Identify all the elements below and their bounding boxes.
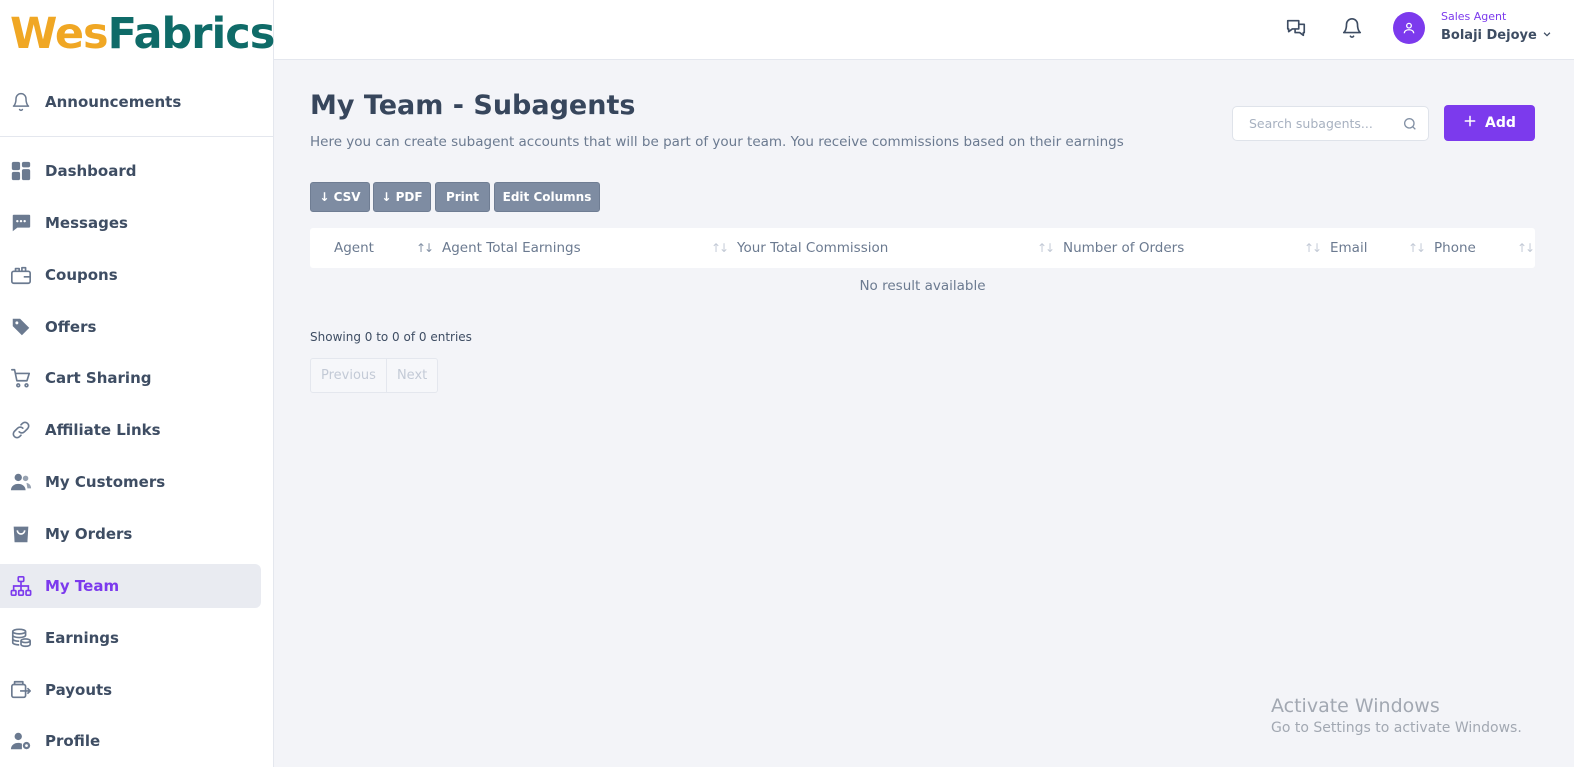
- edit-columns-button[interactable]: Edit Columns: [494, 182, 600, 212]
- payout-icon: [10, 679, 32, 701]
- add-button-label: Add: [1485, 115, 1516, 131]
- sidebar-item-cart-sharing[interactable]: Cart Sharing: [0, 356, 261, 400]
- users-icon: [10, 471, 32, 493]
- message-icon: [10, 212, 32, 234]
- export-csv-button[interactable]: ↓ CSV: [310, 182, 370, 212]
- sidebar-item-messages[interactable]: Messages: [0, 201, 261, 245]
- table-header: Agent ↑↓ Agent Total Earnings ↑↓ Your To…: [310, 228, 1535, 268]
- empty-table-message: No result available: [859, 278, 986, 294]
- sidebar-item-label: Messages: [45, 214, 128, 232]
- sidebar-item-my-team[interactable]: My Team: [0, 564, 261, 608]
- brand-logo[interactable]: WesFabrics: [10, 9, 276, 59]
- notification-bell-icon[interactable]: [1340, 16, 1364, 40]
- sidebar: WesFabrics Announcements Dashboard Messa…: [0, 0, 276, 767]
- user-name: Bolaji Dejoye: [1441, 28, 1537, 43]
- avatar[interactable]: [1393, 12, 1425, 44]
- sort-icon: ↑↓: [1304, 241, 1322, 255]
- windows-activation-subtitle: Go to Settings to activate Windows.: [1271, 720, 1522, 736]
- column-label: Number of Orders: [1063, 240, 1185, 256]
- user-role: Sales Agent: [1441, 10, 1507, 23]
- sidebar-item-label: My Team: [45, 577, 120, 595]
- sidebar-item-coupons[interactable]: Coupons: [0, 253, 261, 297]
- column-header-phone[interactable]: Phone: [1434, 228, 1476, 268]
- column-header-agent[interactable]: Agent: [334, 228, 374, 268]
- user-menu[interactable]: Bolaji Dejoye: [1441, 28, 1552, 43]
- page-title: My Team - Subagents: [310, 90, 636, 121]
- next-page-button[interactable]: Next: [385, 359, 437, 392]
- add-subagent-button[interactable]: Add: [1444, 105, 1535, 141]
- entries-info: Showing 0 to 0 of 0 entries: [310, 330, 472, 344]
- user-settings-icon: [10, 730, 32, 752]
- sidebar-item-payouts[interactable]: Payouts: [0, 668, 261, 712]
- sidebar-item-my-orders[interactable]: My Orders: [0, 512, 261, 556]
- shopping-bag-icon: [10, 523, 32, 545]
- sidebar-item-announcements[interactable]: Announcements: [0, 82, 261, 122]
- chat-icon[interactable]: [1284, 16, 1308, 40]
- sort-icon: ↑↓: [1408, 241, 1426, 255]
- column-label: Phone: [1434, 240, 1476, 256]
- announcements-section: Announcements: [0, 82, 273, 137]
- column-label: Email: [1330, 240, 1368, 256]
- column-header-email[interactable]: Email: [1330, 228, 1367, 268]
- sidebar-item-label: Offers: [45, 318, 97, 336]
- sidebar-item-label: Affiliate Links: [45, 421, 161, 439]
- cart-icon: [10, 367, 32, 389]
- bell-icon: [10, 91, 32, 113]
- previous-page-button[interactable]: Previous: [311, 359, 386, 392]
- sidebar-item-dashboard[interactable]: Dashboard: [0, 149, 261, 193]
- column-header-your-total-commission[interactable]: Your Total Commission: [737, 228, 888, 268]
- column-label: Your Total Commission: [737, 240, 889, 256]
- search-icon[interactable]: [1402, 116, 1418, 132]
- tag-icon: [10, 316, 32, 338]
- search-input[interactable]: [1233, 107, 1393, 140]
- plus-icon: [1463, 114, 1477, 132]
- column-label: Agent: [334, 240, 374, 256]
- sidebar-item-label: Earnings: [45, 629, 119, 647]
- sidebar-item-affiliate-links[interactable]: Affiliate Links: [0, 408, 261, 452]
- sidebar-item-my-customers[interactable]: My Customers: [0, 460, 261, 504]
- sort-icon: ↑↓: [711, 241, 729, 255]
- sidebar-item-label: My Orders: [45, 525, 133, 543]
- coins-icon: [10, 627, 32, 649]
- sidebar-item-label: Dashboard: [45, 162, 137, 180]
- chevron-down-icon: [1542, 28, 1552, 43]
- column-label: Agent Total Earnings: [442, 240, 581, 256]
- sidebar-item-offers[interactable]: Offers: [0, 305, 261, 349]
- brand-part2: Fabrics: [107, 9, 276, 59]
- sidebar-item-label: Cart Sharing: [45, 369, 152, 387]
- sort-icon: ↑↓: [416, 241, 434, 255]
- brand-part1: Wes: [10, 9, 109, 59]
- column-header-number-of-orders[interactable]: Number of Orders: [1063, 228, 1184, 268]
- column-header-agent-total-earnings[interactable]: Agent Total Earnings: [442, 228, 581, 268]
- print-button[interactable]: Print: [435, 182, 490, 212]
- sidebar-item-label: Coupons: [45, 266, 118, 284]
- org-chart-icon: [10, 575, 32, 597]
- topbar: Sales Agent Bolaji Dejoye: [274, 0, 1574, 60]
- search-box: [1232, 106, 1429, 141]
- windows-activation-title: Activate Windows: [1271, 695, 1440, 717]
- coupon-icon: [10, 264, 32, 286]
- sidebar-item-label: Profile: [45, 732, 101, 750]
- link-icon: [10, 419, 32, 441]
- sidebar-item-label: Payouts: [45, 681, 113, 699]
- sidebar-item-profile[interactable]: Profile: [0, 719, 261, 763]
- export-pdf-button[interactable]: ↓ PDF: [373, 182, 431, 212]
- sidebar-item-label: Announcements: [45, 93, 182, 111]
- sort-icon: ↑↓: [1517, 241, 1535, 255]
- pagination: Previous Next: [310, 358, 439, 393]
- sidebar-item-earnings[interactable]: Earnings: [0, 616, 261, 660]
- sidebar-item-label: My Customers: [45, 473, 166, 491]
- sort-icon: ↑↓: [1037, 241, 1055, 255]
- dashboard-icon: [10, 160, 32, 182]
- page-subtitle: Here you can create subagent accounts th…: [310, 134, 1124, 150]
